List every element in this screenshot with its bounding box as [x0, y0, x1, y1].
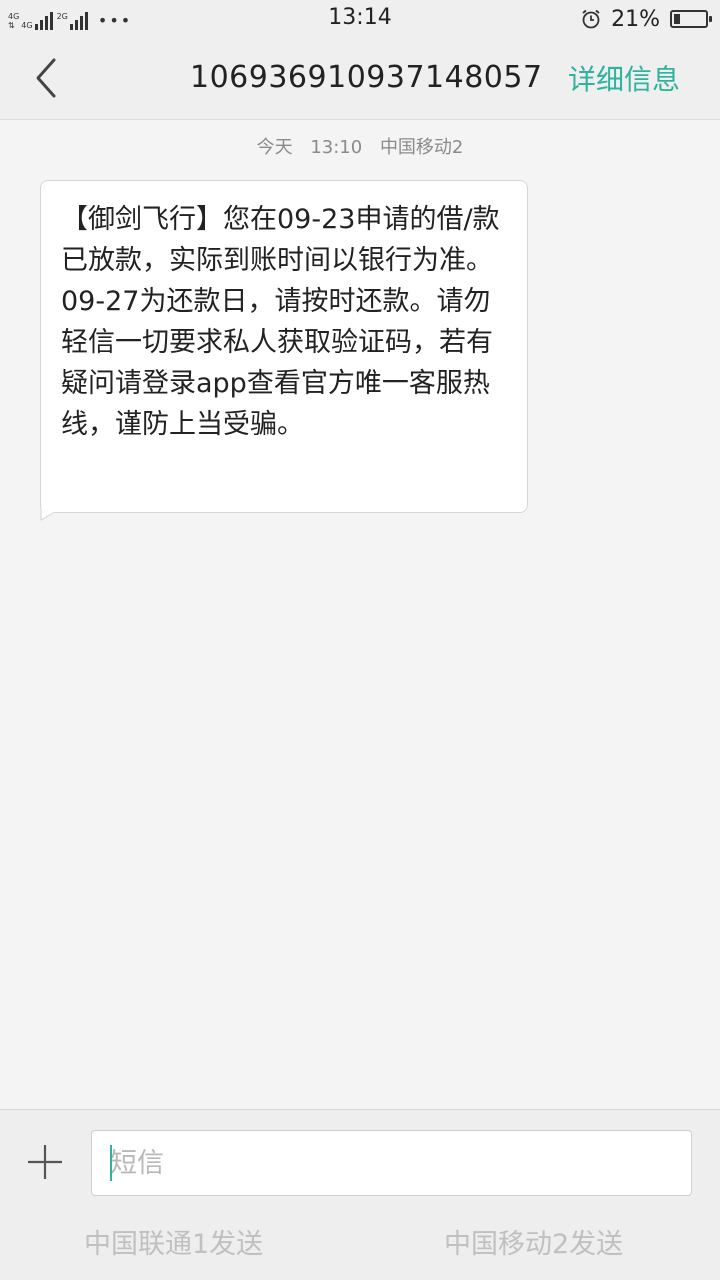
battery-icon	[670, 10, 712, 28]
message-carrier: 中国移动2	[379, 137, 464, 158]
battery-percent: 21%	[611, 6, 660, 32]
incoming-message-bubble[interactable]: 【御剑飞行】您在09-23申请的借/款已放款，实际到账时间以银行为准。09-27…	[40, 180, 528, 513]
message-input[interactable]	[91, 1130, 692, 1196]
status-bar: 4G ⇅ 4G 2G ••• 13:14 21%	[0, 0, 720, 38]
bubble-tail	[40, 507, 54, 521]
message-list[interactable]: 今天 13:10 中国移动2 【御剑飞行】您在09-23申请的借/款已放款，实际…	[0, 121, 720, 1109]
send-via-sim2-button[interactable]: 中国移动2发送	[444, 1222, 623, 1261]
plus-icon[interactable]	[26, 1143, 64, 1181]
compose-bar: 中国联通1发送 中国移动2发送	[0, 1109, 720, 1280]
back-button[interactable]	[26, 54, 66, 102]
send-via-sim1-button[interactable]: 中国联通1发送	[84, 1222, 263, 1261]
contact-number-title: 106936910937148057	[190, 60, 543, 95]
details-button[interactable]: 详细信息	[568, 58, 680, 98]
message-timestamp: 今天 13:10 中国移动2	[0, 133, 720, 159]
conversation-header: 106936910937148057 详细信息	[0, 38, 720, 120]
sms-conversation-screen: 4G ⇅ 4G 2G ••• 13:14 21% 106936910937148…	[0, 0, 720, 1280]
battery-fill	[674, 14, 681, 24]
chevron-left-icon	[36, 58, 56, 98]
message-time: 13:10	[310, 137, 363, 158]
text-cursor	[110, 1145, 112, 1181]
alarm-clock-icon	[582, 9, 600, 29]
message-day: 今天	[256, 137, 293, 158]
